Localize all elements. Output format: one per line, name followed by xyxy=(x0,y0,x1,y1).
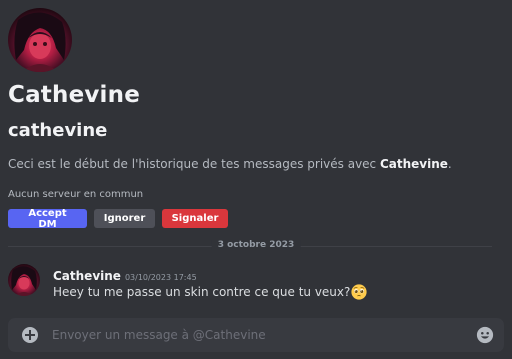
intro-suffix: . xyxy=(447,157,452,171)
pleading-face-emoji-icon xyxy=(351,284,367,300)
message-content: Heey tu me passe un skin contre ce que t… xyxy=(53,284,367,300)
message-author-avatar[interactable] xyxy=(8,264,40,296)
message-author[interactable]: Cathevine xyxy=(53,269,121,283)
emoji-picker-icon[interactable] xyxy=(476,326,494,344)
mutual-servers-text: Aucun serveur en commun xyxy=(8,189,144,200)
dm-intro-text: Ceci est le début de l'historique de tes… xyxy=(8,157,452,171)
plus-circle-icon[interactable] xyxy=(22,327,38,343)
profile-display-name: Cathevine xyxy=(8,82,141,108)
accept-dm-button[interactable]: Accept DM xyxy=(8,208,87,230)
avatar-art-icon xyxy=(11,266,37,296)
avatar-art-icon xyxy=(14,12,66,72)
profile-username: cathevine xyxy=(8,120,108,141)
message-timestamp: 03/10/2023 17:45 xyxy=(124,273,197,282)
intro-prefix: Ceci est le début de l'historique de tes… xyxy=(8,157,380,171)
dm-request-actions: Accept DM Ignorer Signaler xyxy=(8,208,228,230)
profile-avatar[interactable] xyxy=(8,8,72,72)
report-button[interactable]: Signaler xyxy=(162,209,228,228)
message-text: Heey tu me passe un skin contre ce que t… xyxy=(53,285,351,299)
intro-name: Cathevine xyxy=(379,157,448,171)
date-divider-label: 3 octobre 2023 xyxy=(211,240,301,250)
message-item: Cathevine 03/10/2023 17:45 Heey tu me pas… xyxy=(8,264,492,304)
ignore-button[interactable]: Ignorer xyxy=(94,209,155,228)
message-header: Cathevine 03/10/2023 17:45 xyxy=(53,265,197,284)
message-composer xyxy=(8,318,504,352)
message-input[interactable] xyxy=(52,318,462,352)
